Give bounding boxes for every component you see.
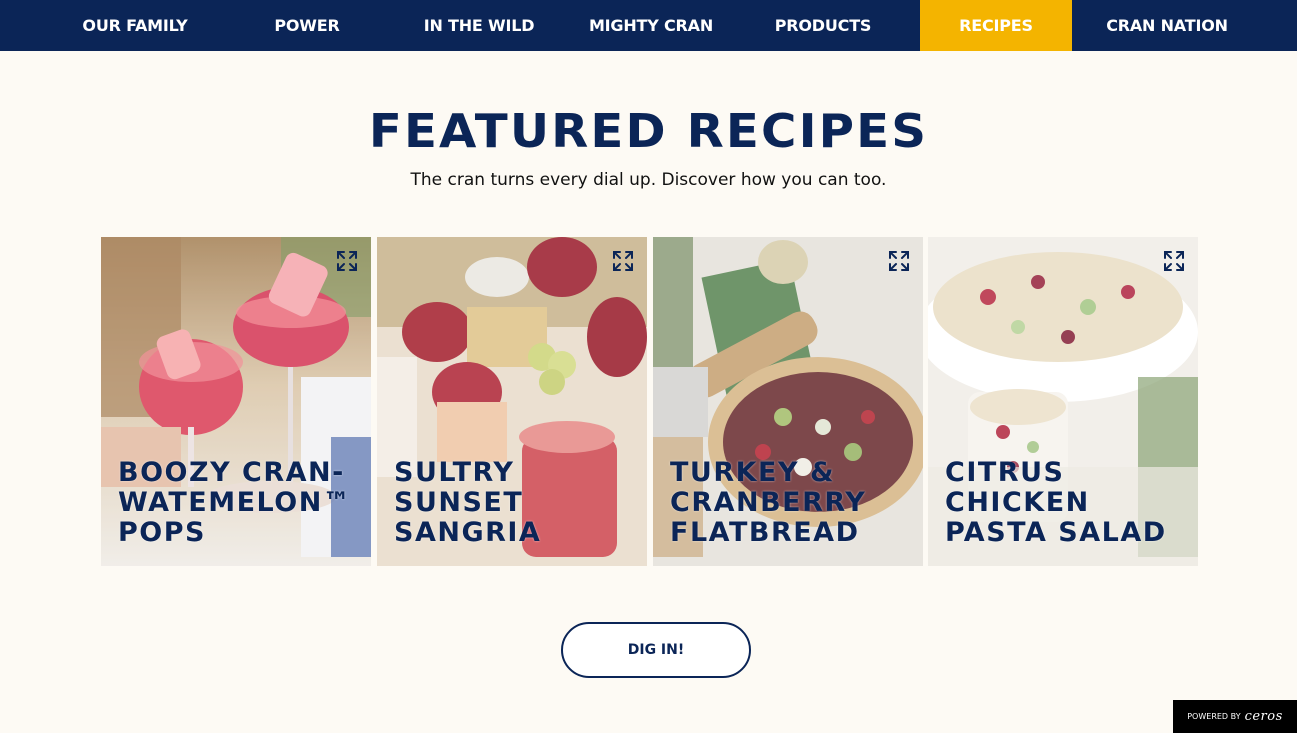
page-subtitle: The cran turns every dial up. Discover h…: [410, 170, 887, 190]
recipe-card-pasta-salad[interactable]: CITRUS CHICKEN PASTA SALAD: [928, 237, 1198, 566]
page-title: FEATURED RECIPES: [368, 104, 929, 158]
nav-item-recipes[interactable]: RECIPES: [920, 0, 1072, 51]
nav-item-in-the-wild[interactable]: IN THE WILD: [393, 0, 565, 51]
recipe-cards: BOOZY CRAN-WATEMELON™ POPS SULTRY SUNSET…: [101, 237, 1199, 566]
ceros-logo: ceros: [1244, 709, 1283, 724]
recipe-card-flatbread[interactable]: TURKEY & CRANBERRY FLATBREAD: [653, 237, 923, 566]
recipe-card-title: SULTRY SUNSET SANGRIA: [394, 457, 542, 548]
expand-icon[interactable]: [887, 249, 911, 273]
recipe-card-title: CITRUS CHICKEN PASTA SALAD: [945, 457, 1167, 548]
dig-in-button[interactable]: DIG IN!: [561, 622, 751, 678]
top-nav: OUR FAMILY POWER IN THE WILD MIGHTY CRAN…: [0, 0, 1297, 51]
nav-item-products[interactable]: PRODUCTS: [737, 0, 909, 51]
expand-icon[interactable]: [1162, 249, 1186, 273]
nav-item-cran-nation[interactable]: CRAN NATION: [1072, 0, 1262, 51]
recipe-card-sangria[interactable]: SULTRY SUNSET SANGRIA: [377, 237, 647, 566]
recipe-card-title: BOOZY CRAN-WATEMELON™ POPS: [118, 457, 352, 548]
recipe-card-title: TURKEY & CRANBERRY FLATBREAD: [670, 457, 867, 548]
nav-item-power[interactable]: POWER: [221, 0, 393, 51]
nav-item-mighty-cran[interactable]: MIGHTY CRAN: [565, 0, 737, 51]
nav-item-our-family[interactable]: OUR FAMILY: [49, 0, 221, 51]
powered-by-text: POWERED BY: [1187, 712, 1241, 721]
expand-icon[interactable]: [335, 249, 359, 273]
powered-by-badge[interactable]: POWERED BY ceros: [1173, 700, 1297, 733]
expand-icon[interactable]: [611, 249, 635, 273]
recipe-card-boozy-pops[interactable]: BOOZY CRAN-WATEMELON™ POPS: [101, 237, 371, 566]
